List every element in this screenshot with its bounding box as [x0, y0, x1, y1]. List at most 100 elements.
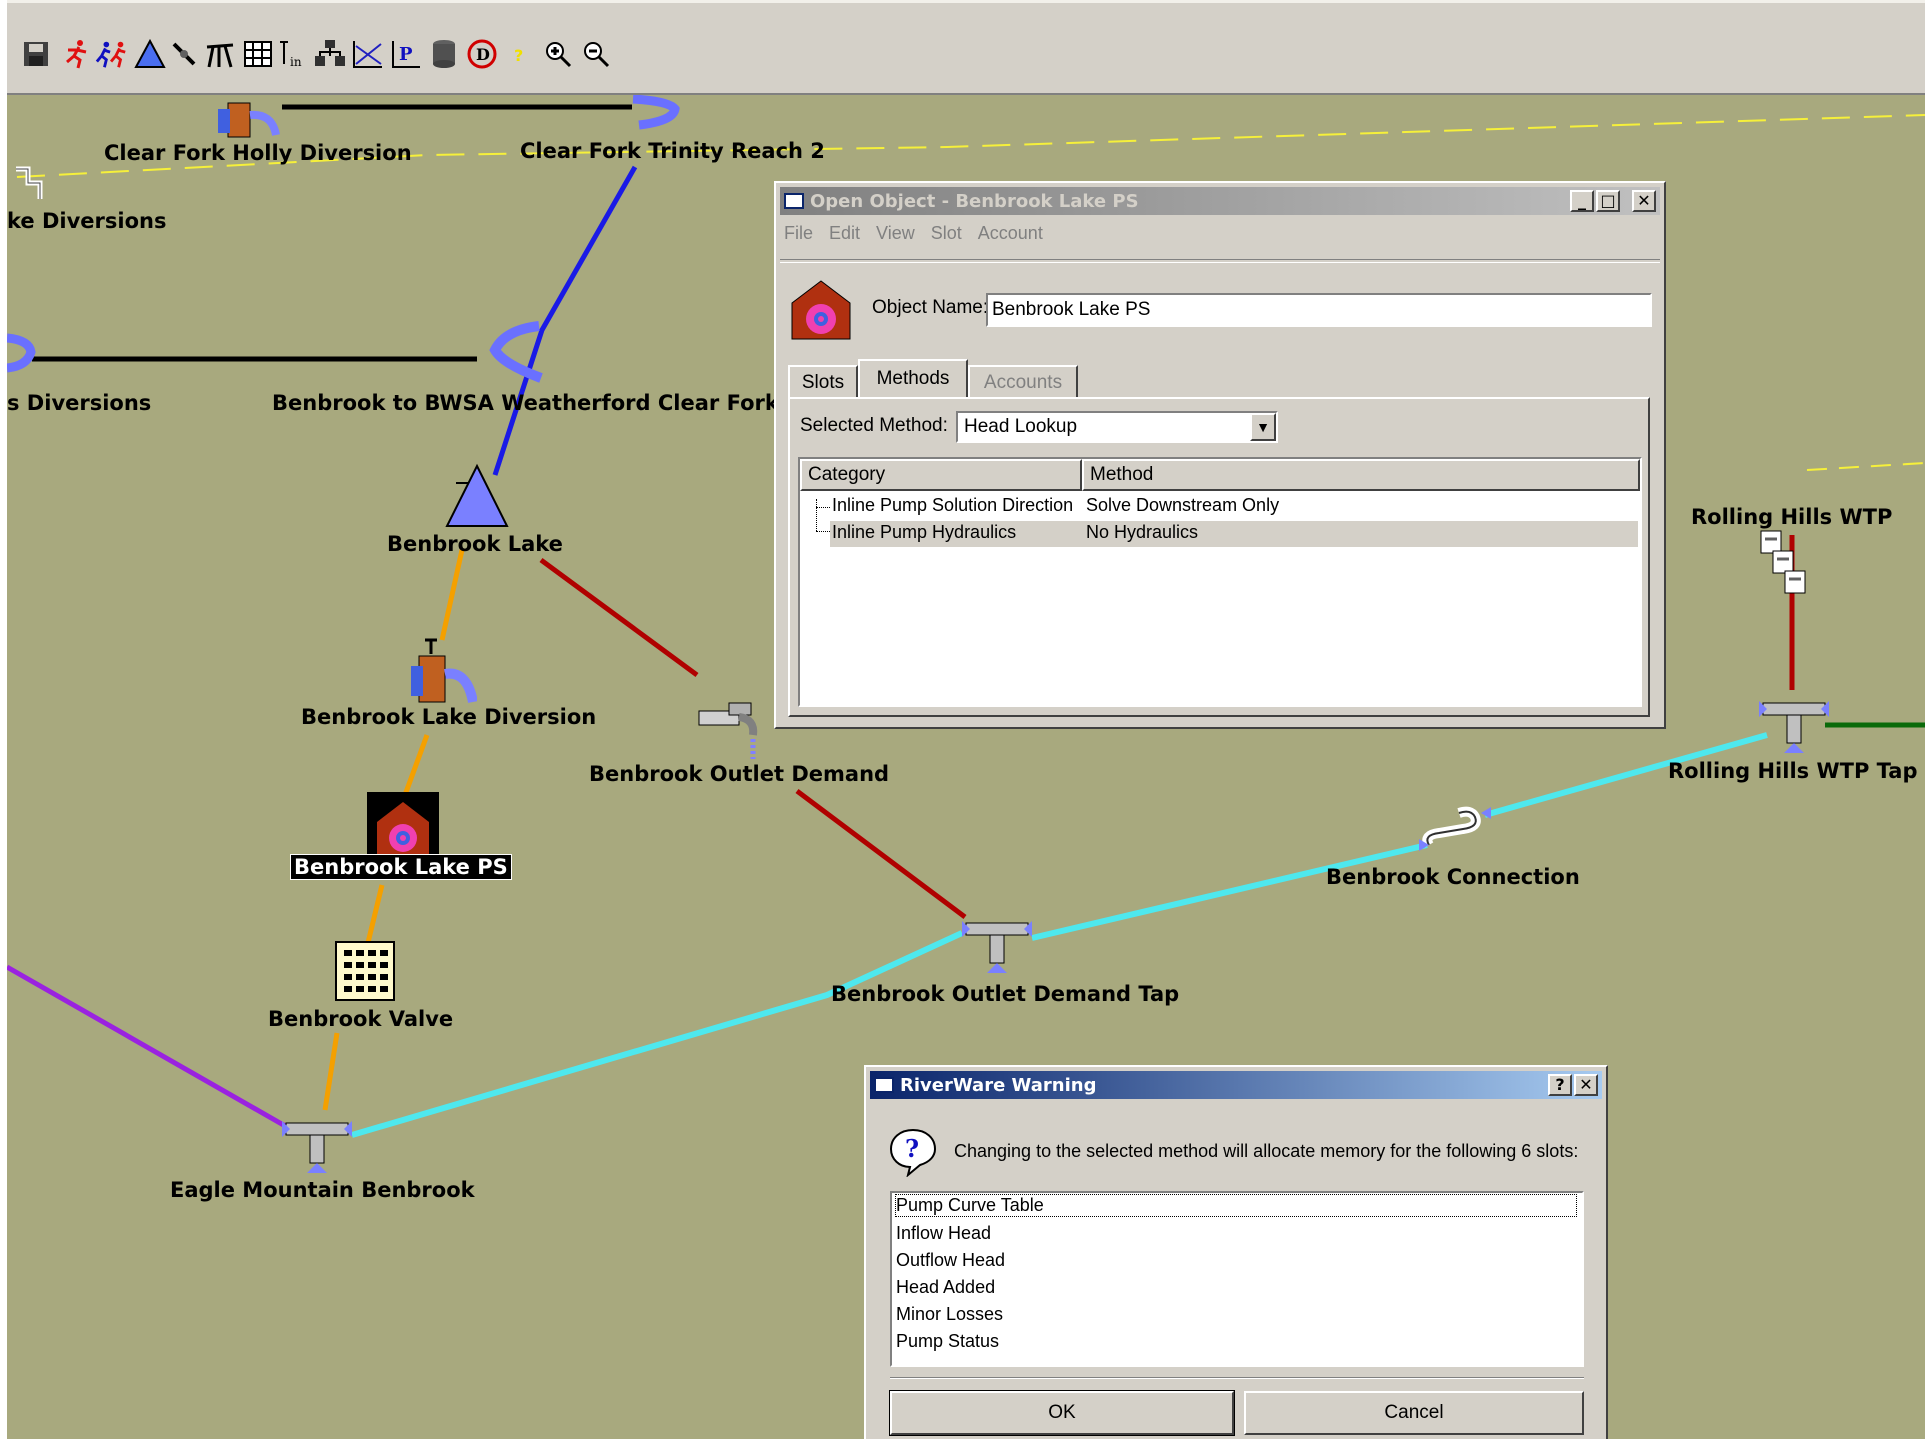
accounting-link-dashed: [1806, 462, 1925, 471]
table-row[interactable]: Inline Pump Hydraulics No Hydraulics: [830, 521, 1638, 547]
demand-faucet-icon[interactable]: [697, 695, 767, 765]
zoom-out-icon[interactable]: [579, 33, 613, 75]
diversion-icon[interactable]: [214, 95, 284, 145]
run-multiple-icon[interactable]: [95, 33, 129, 75]
minimize-button[interactable]: _: [1570, 190, 1594, 212]
menu-separator: [780, 259, 1660, 263]
tree-line: [816, 531, 830, 532]
pipe-junction-icon[interactable]: [962, 915, 1032, 979]
menu-edit[interactable]: Edit: [829, 223, 860, 244]
reach-icon[interactable]: [479, 320, 549, 394]
node-label[interactable]: Eagle Mountain Benbrook: [170, 1178, 475, 1202]
reservoir-icon[interactable]: [133, 33, 167, 75]
diagnostics-icon[interactable]: D: [465, 33, 499, 75]
pipe-link-purple: [7, 964, 289, 1130]
reach-icon[interactable]: [6, 330, 37, 384]
pipe-junction-icon[interactable]: [282, 1115, 352, 1179]
water-user-icon[interactable]: [1759, 529, 1807, 603]
row-method: Solve Downstream Only: [1086, 495, 1280, 515]
methods-panel: Selected Method: Head Lookup ▼ Category …: [788, 397, 1650, 717]
riverware-app: in P D ? Clear Fork Holly Diversion Clea…: [0, 0, 1925, 1439]
tab-accounts[interactable]: Accounts: [968, 365, 1078, 399]
warning-titlebar[interactable]: RiverWare Warning ? ✕: [870, 1071, 1602, 1099]
node-label[interactable]: Benbrook Valve: [268, 1007, 453, 1031]
node-label[interactable]: Benbrook to BWSA Weatherford Clear Fork: [272, 391, 779, 415]
diversion-icon[interactable]: [407, 638, 478, 712]
zoom-in-icon[interactable]: [541, 33, 575, 75]
network-icon[interactable]: [313, 33, 347, 75]
demand-link: [539, 557, 699, 678]
reach-icon[interactable]: [629, 94, 689, 139]
selected-method-value: Head Lookup: [964, 416, 1078, 437]
dialog-title: Open Object - Benbrook Lake PS: [810, 190, 1139, 212]
node-label[interactable]: Benbrook Lake Diversion: [301, 705, 596, 729]
reservoir-icon[interactable]: [444, 463, 510, 533]
column-header-category[interactable]: Category: [800, 459, 1082, 491]
close-button[interactable]: ✕: [1632, 190, 1656, 212]
water-user-icon[interactable]: [14, 165, 46, 209]
help-button[interactable]: ?: [1548, 1074, 1572, 1096]
tab-methods[interactable]: Methods: [858, 359, 968, 397]
svg-text:P: P: [399, 44, 413, 65]
table-row[interactable]: Inline Pump Solution Direction Solve Dow…: [800, 495, 1640, 519]
pipe-junction-icon[interactable]: [1759, 695, 1829, 759]
save-icon[interactable]: [19, 33, 53, 75]
maximize-button[interactable]: □: [1596, 190, 1620, 212]
node-label[interactable]: ke Diversions: [7, 209, 166, 233]
pipe-connection-icon[interactable]: [1419, 805, 1491, 859]
survey-icon[interactable]: [203, 33, 237, 75]
selected-method-dropdown[interactable]: Head Lookup ▼: [956, 411, 1278, 443]
pipe-link: [1031, 842, 1428, 941]
list-item[interactable]: Inflow Head: [896, 1223, 991, 1244]
window-icon: [874, 1077, 894, 1093]
list-item[interactable]: Pump Status: [896, 1331, 999, 1352]
pump-station-icon: [790, 279, 852, 345]
row-category: Inline Pump Hydraulics: [832, 522, 1017, 542]
open-object-dialog: Open Object - Benbrook Lake PS _ □ ✕ Fil…: [774, 181, 1666, 729]
table-icon[interactable]: [241, 33, 275, 75]
policy-icon[interactable]: P: [389, 33, 423, 75]
list-item[interactable]: Outflow Head: [896, 1250, 1005, 1271]
help-icon[interactable]: ?: [503, 33, 537, 75]
chevron-down-icon[interactable]: ▼: [1250, 413, 1276, 441]
list-item[interactable]: Pump Curve Table: [895, 1194, 1577, 1217]
control-valve-icon[interactable]: [334, 940, 396, 1006]
dialog-title: RiverWare Warning: [900, 1074, 1097, 1096]
object-name-label: Object Name:: [872, 297, 989, 318]
workspace-toolbar: in P D ?: [7, 0, 1925, 95]
menu-view[interactable]: View: [876, 223, 915, 244]
warning-message: Changing to the selected method will all…: [954, 1141, 1579, 1161]
question-icon: ?: [888, 1127, 938, 1181]
inflow-icon[interactable]: in: [275, 33, 309, 75]
node-label-selected[interactable]: Benbrook Lake PS: [290, 854, 512, 880]
list-item[interactable]: Head Added: [896, 1277, 995, 1298]
node-label[interactable]: s Diversions: [7, 391, 151, 415]
node-label[interactable]: Benbrook Outlet Demand: [589, 762, 889, 786]
run-icon[interactable]: [59, 33, 93, 75]
menu-file[interactable]: File: [784, 223, 813, 244]
svg-text:?: ?: [514, 46, 523, 65]
close-button[interactable]: ✕: [1574, 1074, 1598, 1096]
node-label[interactable]: Rolling Hills WTP Tap: [1668, 759, 1917, 783]
cancel-button[interactable]: Cancel: [1244, 1391, 1584, 1435]
node-label[interactable]: Clear Fork Holly Diversion: [104, 141, 412, 165]
node-label[interactable]: Benbrook Connection: [1326, 865, 1580, 889]
menubar: File Edit View Slot Account: [784, 223, 1043, 244]
node-label[interactable]: Rolling Hills WTP: [1691, 505, 1892, 529]
open-object-titlebar[interactable]: Open Object - Benbrook Lake PS _ □ ✕: [780, 187, 1660, 215]
list-item[interactable]: Minor Losses: [896, 1304, 1003, 1325]
node-label[interactable]: Benbrook Lake: [387, 532, 563, 556]
column-header-method[interactable]: Method: [1082, 459, 1640, 491]
menu-slot[interactable]: Slot: [931, 223, 962, 244]
plot-icon[interactable]: [351, 33, 385, 75]
row-method: No Hydraulics: [1086, 522, 1199, 542]
tab-slots[interactable]: Slots: [788, 365, 858, 399]
link-icon[interactable]: [167, 33, 201, 75]
node-label[interactable]: Clear Fork Trinity Reach 2: [520, 139, 825, 163]
menu-account[interactable]: Account: [978, 223, 1043, 244]
node-label[interactable]: Benbrook Outlet Demand Tap: [831, 982, 1179, 1006]
button-separator: [890, 1377, 1584, 1379]
object-name-field[interactable]: Benbrook Lake PS: [986, 293, 1652, 327]
database-icon[interactable]: [427, 33, 461, 75]
ok-button[interactable]: OK: [889, 1390, 1235, 1436]
